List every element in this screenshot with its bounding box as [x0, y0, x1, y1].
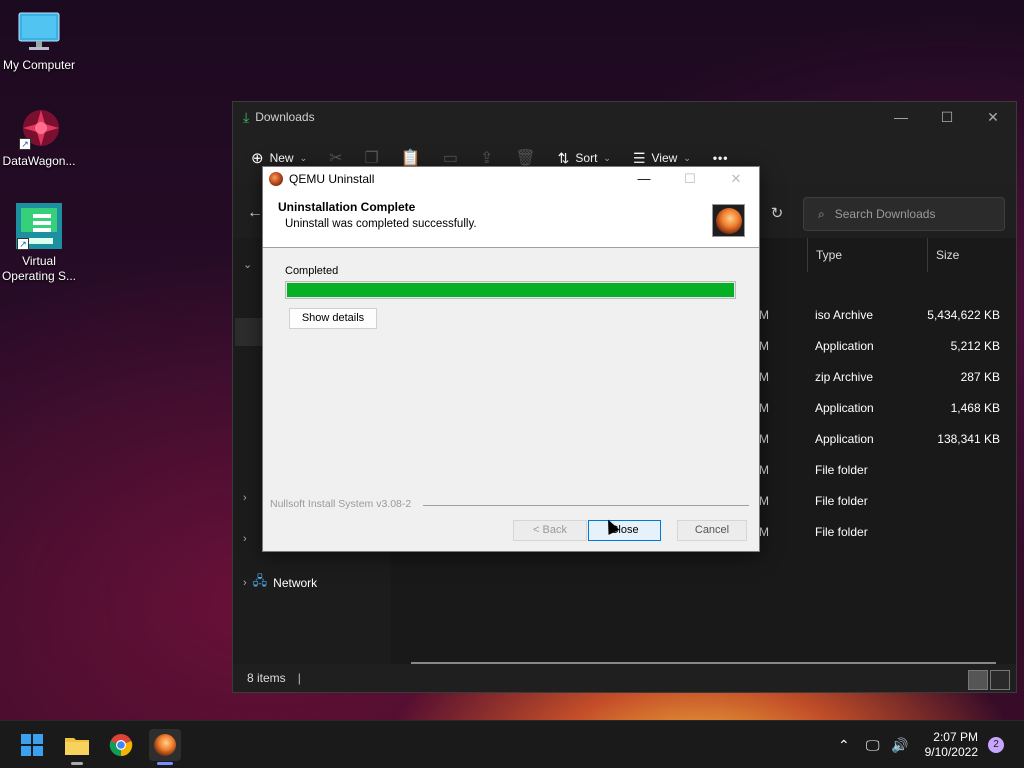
chrome-icon: [109, 734, 133, 757]
dialog-maximize-button: ☐: [684, 171, 696, 186]
paste-icon[interactable]: 📋: [401, 148, 421, 168]
network-tray-icon[interactable]: 🖵: [866, 721, 880, 768]
details-view-button[interactable]: [968, 670, 988, 690]
progress-bar: [285, 281, 736, 299]
chevron-down-icon: ⌄: [299, 152, 308, 163]
maximize-button[interactable]: ☐: [924, 109, 970, 126]
clock-date: 9/10/2022: [924, 745, 978, 759]
virtual-os-icon: ↗: [15, 202, 63, 250]
more-options-button[interactable]: •••: [713, 151, 729, 165]
monitor-icon: [17, 10, 61, 54]
view-lines-icon: ☰: [632, 149, 646, 166]
column-header-size[interactable]: Size: [927, 238, 1007, 272]
minimize-button[interactable]: —: [878, 109, 924, 126]
cut-icon[interactable]: ✂: [329, 148, 342, 168]
uninstall-dialog: QEMU Uninstall — ☐ ✕ Uninstallation Comp…: [262, 166, 760, 552]
close-window-button[interactable]: ✕: [970, 109, 1016, 126]
cancel-button: Cancel: [677, 520, 747, 541]
copy-icon[interactable]: ❐: [365, 148, 379, 168]
status-divider: |: [297, 671, 301, 685]
dialog-titlebar[interactable]: QEMU Uninstall — ☐ ✕: [263, 167, 759, 191]
windows-logo-icon: [21, 734, 43, 756]
search-icon: ⌕: [818, 206, 825, 221]
explorer-title: Downloads: [255, 110, 315, 124]
new-label: New: [269, 151, 294, 165]
speaker-icon: 🔊: [891, 736, 909, 753]
start-button[interactable]: [16, 729, 48, 761]
dialog-header: Uninstallation Complete Uninstall was co…: [263, 191, 759, 248]
qemu-icon: [269, 172, 283, 186]
chevron-up-icon: ⌃: [838, 736, 850, 753]
branding-divider: [423, 505, 749, 506]
desktop-icon-label: DataWagon...: [2, 154, 76, 168]
active-indicator: [157, 762, 173, 765]
delete-icon[interactable]: 🗑: [515, 148, 535, 168]
shortcut-arrow-icon: ↗: [17, 238, 29, 250]
volume-tray-icon[interactable]: 🔊: [891, 721, 908, 768]
progress-status-label: Completed: [285, 265, 339, 277]
share-icon[interactable]: ⇪: [480, 148, 493, 168]
progress-fill: [287, 283, 734, 297]
nav-item-network[interactable]: › 🖧 Network: [243, 572, 317, 594]
network-icon: 🖧: [252, 573, 268, 588]
sort-label: Sort: [575, 151, 598, 165]
view-button[interactable]: ☰ View ⌄: [633, 150, 691, 167]
chevron-down-icon: ⌄: [603, 152, 611, 163]
taskbar-chrome[interactable]: [105, 729, 137, 761]
running-indicator: [71, 762, 83, 765]
new-button[interactable]: ⊕ New ⌄: [251, 149, 307, 167]
folder-icon: [65, 738, 89, 755]
show-hidden-icons-button[interactable]: ⌃: [838, 721, 850, 768]
item-count: 8 items: [247, 671, 286, 685]
back-arrow-icon[interactable]: ←: [247, 204, 263, 222]
close-button[interactable]: Close: [588, 520, 661, 541]
column-header-type[interactable]: Type: [807, 238, 927, 272]
refresh-icon[interactable]: ↻: [763, 197, 791, 231]
dialog-heading: Uninstallation Complete: [278, 200, 416, 214]
network-status-icon: 🖵: [866, 736, 880, 753]
dialog-subheading: Uninstall was completed successfully.: [285, 218, 477, 230]
dialog-close-icon: ✕: [730, 171, 742, 186]
chevron-right-icon[interactable]: ›: [243, 492, 247, 504]
shortcut-arrow-icon: ↗: [19, 138, 31, 150]
search-input[interactable]: ⌕ Search Downloads: [803, 197, 1005, 231]
qemu-icon: [154, 734, 176, 756]
desktop-icon-datawagon[interactable]: ↗ DataWagon...: [0, 106, 78, 169]
view-label: View: [651, 151, 678, 165]
installer-branding: Nullsoft Install System v3.08-2: [270, 498, 412, 510]
taskbar: ⌃ 🖵 🔊 2:07 PM 9/10/2022 2: [0, 720, 1024, 768]
sort-icon: ⇅: [557, 149, 570, 166]
taskbar-file-explorer[interactable]: [61, 729, 93, 765]
desktop-icon-my-computer[interactable]: My Computer: [0, 10, 78, 73]
download-arrow-icon: ⤓: [243, 108, 250, 125]
explorer-titlebar[interactable]: ⤓ Downloads — ☐ ✕: [233, 102, 1016, 132]
dialog-minimize-button[interactable]: —: [621, 171, 667, 187]
network-label: Network: [273, 576, 318, 590]
rename-icon[interactable]: ▭: [443, 148, 458, 168]
taskbar-qemu-uninstall[interactable]: [149, 729, 181, 765]
search-placeholder: Search Downloads: [834, 207, 936, 221]
desktop-icon-virtual-os[interactable]: ↗ Virtual Operating S...: [0, 202, 78, 284]
tiles-view-button[interactable]: [990, 670, 1010, 690]
show-details-button[interactable]: Show details: [289, 308, 377, 329]
qemu-logo-icon: [712, 204, 745, 237]
status-bar: 8 items |: [233, 664, 1016, 692]
dialog-title: QEMU Uninstall: [289, 172, 375, 186]
chevron-right-icon[interactable]: ›: [243, 533, 247, 545]
chevron-right-icon: ›: [243, 577, 247, 589]
back-button: < Back: [513, 520, 587, 541]
plus-circle-icon: ⊕: [251, 150, 264, 167]
desktop-icon-label: Virtual Operating S...: [1, 254, 77, 283]
sort-button[interactable]: ⇅ Sort ⌄: [558, 150, 611, 167]
chevron-down-icon[interactable]: ⌄: [243, 258, 252, 271]
nav-selected-item[interactable]: [235, 318, 265, 346]
taskbar-clock[interactable]: 2:07 PM 9/10/2022: [925, 730, 978, 760]
chevron-down-icon: ⌄: [683, 152, 691, 163]
clock-time: 2:07 PM: [933, 730, 978, 744]
notification-badge[interactable]: 2: [988, 737, 1004, 753]
desktop-icon-label: My Computer: [2, 58, 76, 72]
datawagon-icon: ↗: [17, 106, 61, 150]
